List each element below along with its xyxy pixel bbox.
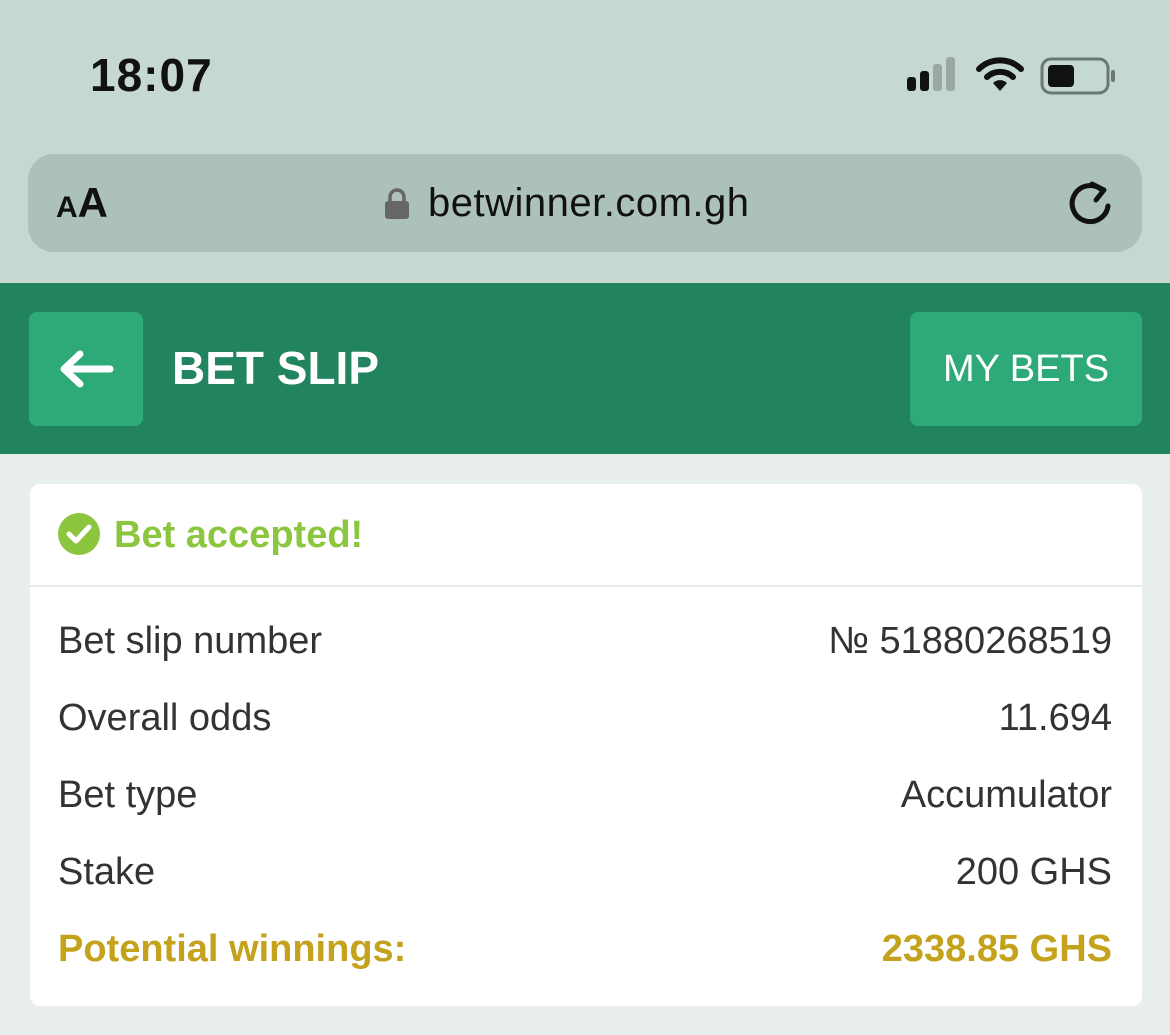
status-time: 18:07: [90, 49, 213, 101]
lock-icon: [385, 188, 409, 219]
cellular-signal-icon: [907, 57, 955, 91]
bet-slip-number-row: Bet slip number № 51880268519: [30, 604, 1142, 681]
back-arrow-icon: [60, 350, 114, 388]
row-value: 11.694: [998, 697, 1112, 739]
row-value: № 51880268519: [828, 620, 1112, 662]
row-label: Bet slip number: [58, 620, 323, 662]
app-header: BET SLIP MY BETS: [0, 283, 1170, 454]
page-title: BET SLIP: [172, 342, 380, 394]
browser-chrome: 18:07 AA betwinner.com.gh: [0, 0, 1170, 283]
check-circle-icon: [58, 513, 100, 555]
address-bar[interactable]: AA betwinner.com.gh: [28, 154, 1142, 252]
wifi-icon: [976, 57, 1024, 91]
battery-icon: [1040, 57, 1115, 95]
text-size-large-label: A: [77, 179, 109, 226]
row-label: Bet type: [58, 774, 198, 816]
bet-type-row: Bet type Accumulator: [30, 758, 1142, 835]
potential-winnings-row: Potential winnings: 2338.85 GHS: [30, 912, 1142, 989]
url-text[interactable]: betwinner.com.gh: [428, 178, 750, 228]
row-label: Overall odds: [58, 697, 272, 739]
row-label: Stake: [58, 851, 156, 893]
row-label: Potential winnings:: [58, 928, 407, 970]
my-bets-button[interactable]: MY BETS: [910, 312, 1142, 426]
bet-details: Bet slip number № 51880268519 Overall od…: [30, 604, 1142, 989]
row-value: 2338.85 GHS: [881, 928, 1112, 970]
text-size-small-label: A: [56, 191, 78, 224]
text-size-button[interactable]: AA: [56, 178, 108, 228]
bet-accepted-text: Bet accepted!: [114, 514, 364, 556]
row-value: 200 GHS: [955, 851, 1112, 893]
overall-odds-row: Overall odds 11.694: [30, 681, 1142, 758]
stake-row: Stake 200 GHS: [30, 835, 1142, 912]
back-button[interactable]: [29, 312, 143, 426]
row-value: Accumulator: [900, 774, 1112, 816]
status-icons: [905, 55, 1120, 95]
bet-status-header: Bet accepted!: [30, 484, 1142, 587]
reload-icon[interactable]: [1062, 176, 1118, 232]
bet-confirmation-card: Bet accepted! Bet slip number № 51880268…: [30, 484, 1142, 1006]
